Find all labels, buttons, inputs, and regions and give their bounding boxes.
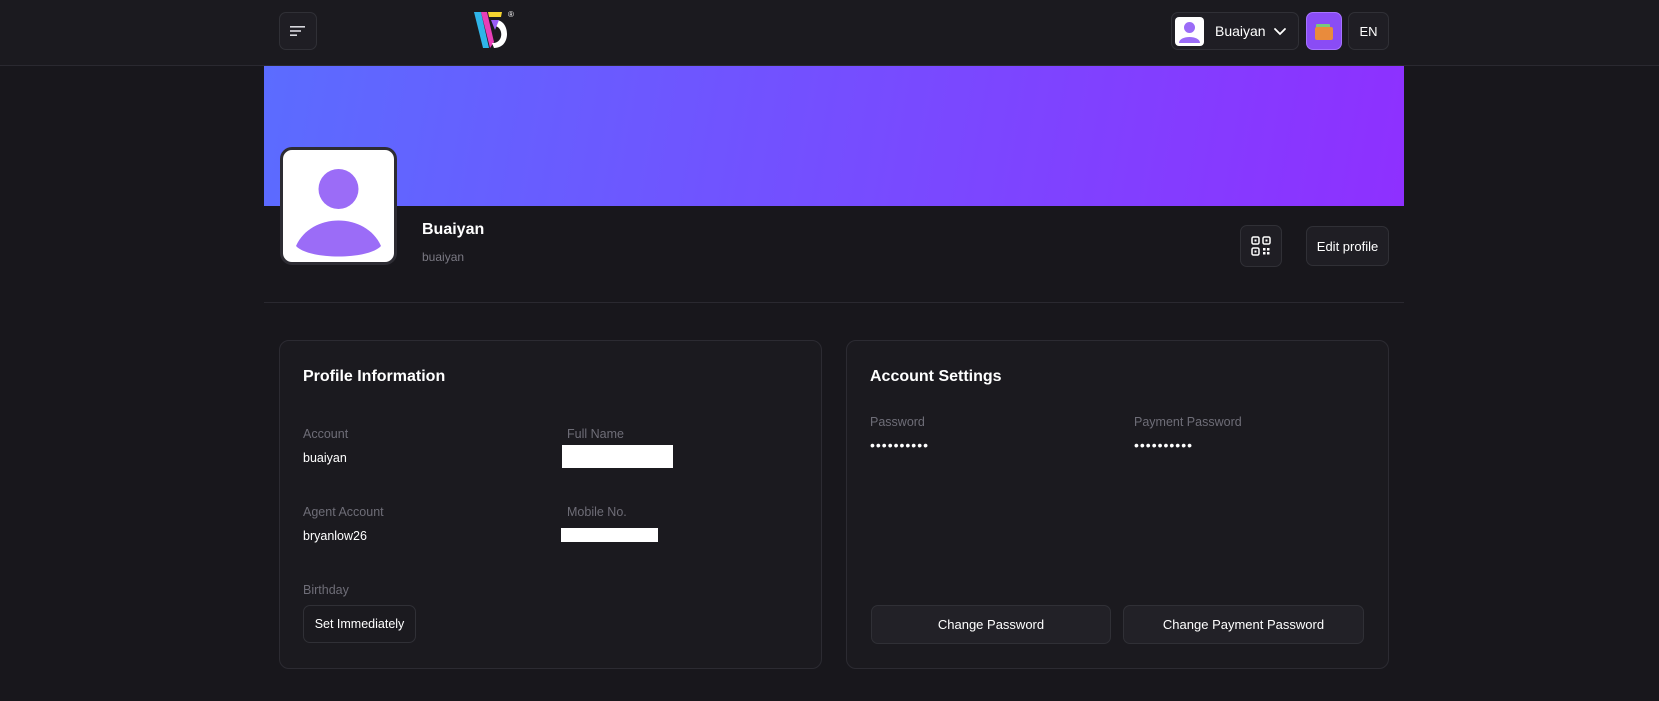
menu-button[interactable] xyxy=(279,12,317,50)
registered-mark: ® xyxy=(508,10,514,19)
edit-profile-button[interactable]: Edit profile xyxy=(1306,226,1389,266)
section-divider xyxy=(264,302,1404,303)
qr-code-icon xyxy=(1251,236,1271,256)
profile-information-card: Profile Information Account buaiyan Full… xyxy=(279,340,822,669)
set-birthday-button[interactable]: Set Immediately xyxy=(303,605,416,643)
profile-banner xyxy=(264,66,1404,206)
change-password-button[interactable]: Change Password xyxy=(871,605,1111,644)
profile-username: buaiyan xyxy=(422,250,465,264)
mobile-number-redacted-value xyxy=(561,528,658,542)
full-name-label: Full Name xyxy=(567,427,624,441)
user-account-dropdown[interactable]: Buaiyan xyxy=(1171,12,1299,50)
chevron-down-icon xyxy=(1274,28,1286,36)
wallet-icon xyxy=(1315,24,1333,40)
user-avatar-icon xyxy=(296,169,381,257)
account-label: Account xyxy=(303,427,349,441)
change-payment-password-button[interactable]: Change Payment Password xyxy=(1123,605,1364,644)
mobile-number-label: Mobile No. xyxy=(567,505,627,519)
agent-account-value: bryanlow26 xyxy=(303,529,367,543)
birthday-label: Birthday xyxy=(303,583,349,597)
menu-icon xyxy=(290,26,305,36)
profile-information-title: Profile Information xyxy=(303,368,446,385)
qr-code-button[interactable] xyxy=(1240,225,1282,267)
wallet-button[interactable] xyxy=(1306,12,1342,50)
brand-logo[interactable]: ® xyxy=(472,10,518,52)
top-navigation-bar: ® Buaiyan EN xyxy=(0,0,1659,66)
language-selector[interactable]: EN xyxy=(1348,12,1389,50)
payment-password-value: •••••••••• xyxy=(1134,437,1194,453)
user-avatar-icon xyxy=(1179,21,1200,43)
full-name-redacted-value xyxy=(562,445,673,468)
account-settings-card: Account Settings Password •••••••••• Pay… xyxy=(846,340,1389,669)
account-value: buaiyan xyxy=(303,451,347,465)
user-name: Buaiyan xyxy=(1215,23,1266,39)
password-label: Password xyxy=(870,415,925,429)
password-value: •••••••••• xyxy=(870,437,930,453)
profile-avatar xyxy=(280,147,397,265)
account-settings-title: Account Settings xyxy=(870,368,1002,385)
payment-password-label: Payment Password xyxy=(1134,415,1242,429)
avatar xyxy=(1175,16,1204,46)
profile-display-name: Buaiyan xyxy=(422,221,485,238)
agent-account-label: Agent Account xyxy=(303,505,384,519)
